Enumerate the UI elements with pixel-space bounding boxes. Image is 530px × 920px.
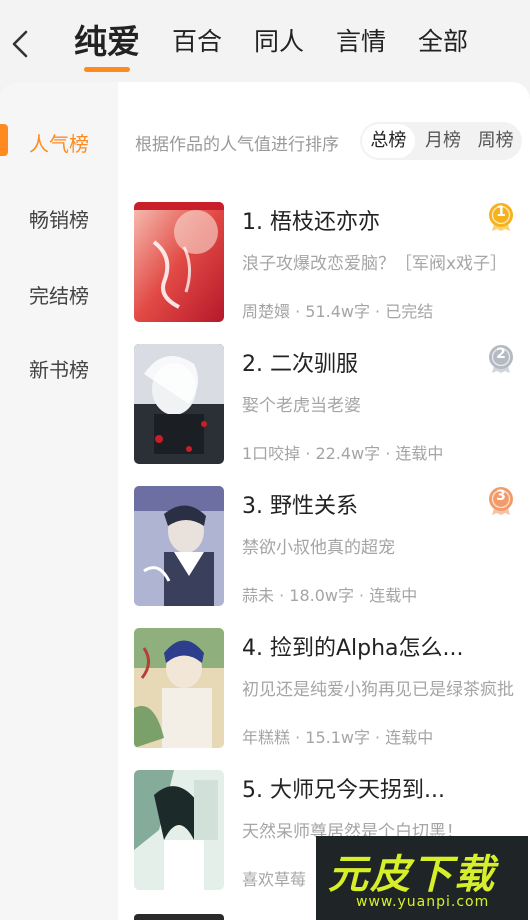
category-tabs: 纯爱 百合 同人 言情 全部 — [74, 22, 500, 72]
tab-weekly[interactable]: 周榜 — [469, 122, 522, 160]
book-cover[interactable] — [134, 486, 224, 606]
book-cover[interactable] — [134, 628, 224, 748]
book-cover[interactable] — [134, 770, 224, 890]
book-meta: 1口咬掉 · 22.4w字 · 连载中 — [242, 444, 444, 463]
tab-monthly[interactable]: 月榜 — [417, 122, 470, 160]
tab-yanqing[interactable]: 言情 — [336, 22, 386, 62]
book-item[interactable]: 3. 野性关系 3 禁欲小叔他真的超宠 蒜未 · 18.0w字 · 连载中 — [134, 486, 514, 608]
rank-medal-icon: 2 — [488, 344, 514, 374]
period-selector: 总榜 月榜 周榜 — [360, 122, 522, 160]
sidebar-item-popular[interactable]: 人气榜 — [0, 128, 118, 157]
book-title[interactable]: 2. 二次驯服 — [242, 346, 358, 378]
book-title[interactable]: 4. 捡到的Alpha怎么... — [242, 630, 464, 662]
rank-list-panel: 根据作品的人气值进行排序 总榜 月榜 周榜 1. 梧枝还亦亦 1 浪子攻爆改恋爱… — [118, 82, 530, 920]
tab-total[interactable]: 总榜 — [362, 124, 415, 158]
back-button[interactable] — [8, 24, 36, 64]
watermark-logo: 元皮下载 www.yuanpi.com — [316, 836, 528, 920]
rank-medal-icon: 1 — [488, 202, 514, 232]
sidebar-item-completed[interactable]: 完结榜 — [0, 280, 118, 309]
book-intro: 初见还是纯爱小狗再见已是绿茶疯批 — [242, 680, 514, 700]
sidebar-item-new[interactable]: 新书榜 — [0, 354, 118, 383]
book-title[interactable]: 3. 野性关系 — [242, 488, 358, 520]
rank-description: 根据作品的人气值进行排序 — [135, 135, 339, 155]
top-bar: 纯爱 百合 同人 言情 全部 — [0, 0, 530, 82]
rank-number: 1 — [496, 204, 506, 220]
watermark-url: www.yuanpi.com — [356, 894, 490, 910]
book-intro: 娶个老虎当老婆 — [242, 396, 361, 416]
chevron-left-icon — [12, 30, 28, 58]
book-item[interactable]: 4. 捡到的Alpha怎么... 初见还是纯爱小狗再见已是绿茶疯批 年糕糕 · … — [134, 628, 514, 750]
watermark-text: 元皮下载 — [328, 852, 496, 898]
book-cover[interactable] — [134, 202, 224, 322]
book-title[interactable]: 5. 大师兄今天拐到... — [242, 772, 445, 804]
tab-chunai[interactable]: 纯爱 — [74, 22, 140, 72]
book-intro: 禁欲小叔他真的超宠 — [242, 538, 395, 558]
tab-quanbu[interactable]: 全部 — [418, 22, 468, 62]
rank-number: 3 — [496, 488, 506, 504]
book-meta: 年糕糕 · 15.1w字 · 连载中 — [242, 728, 434, 747]
next-book-cover-partial — [134, 914, 224, 920]
rank-medal-icon: 3 — [488, 486, 514, 516]
book-meta: 周楚嬛 · 51.4w字 · 已完结 — [242, 302, 434, 321]
book-meta: 喜欢草莓 — [242, 870, 307, 889]
rank-number: 2 — [496, 346, 506, 362]
rank-sidebar: 人气榜 畅销榜 完结榜 新书榜 — [0, 82, 118, 920]
book-meta: 蒜未 · 18.0w字 · 连载中 — [242, 586, 418, 605]
sidebar-item-bestseller[interactable]: 畅销榜 — [0, 204, 118, 233]
book-title[interactable]: 1. 梧枝还亦亦 — [242, 204, 380, 236]
tab-baihe[interactable]: 百合 — [172, 22, 222, 62]
book-item[interactable]: 2. 二次驯服 2 娶个老虎当老婆 1口咬掉 · 22.4w字 · 连载中 — [134, 344, 514, 466]
book-intro: 浪子攻爆改恋爱脑？［军阀x戏子］ — [242, 254, 508, 274]
book-item[interactable]: 1. 梧枝还亦亦 1 浪子攻爆改恋爱脑？［军阀x戏子］ 周楚嬛 · 51.4w字… — [134, 202, 514, 324]
book-cover[interactable] — [134, 344, 224, 464]
tab-tongren[interactable]: 同人 — [254, 22, 304, 62]
